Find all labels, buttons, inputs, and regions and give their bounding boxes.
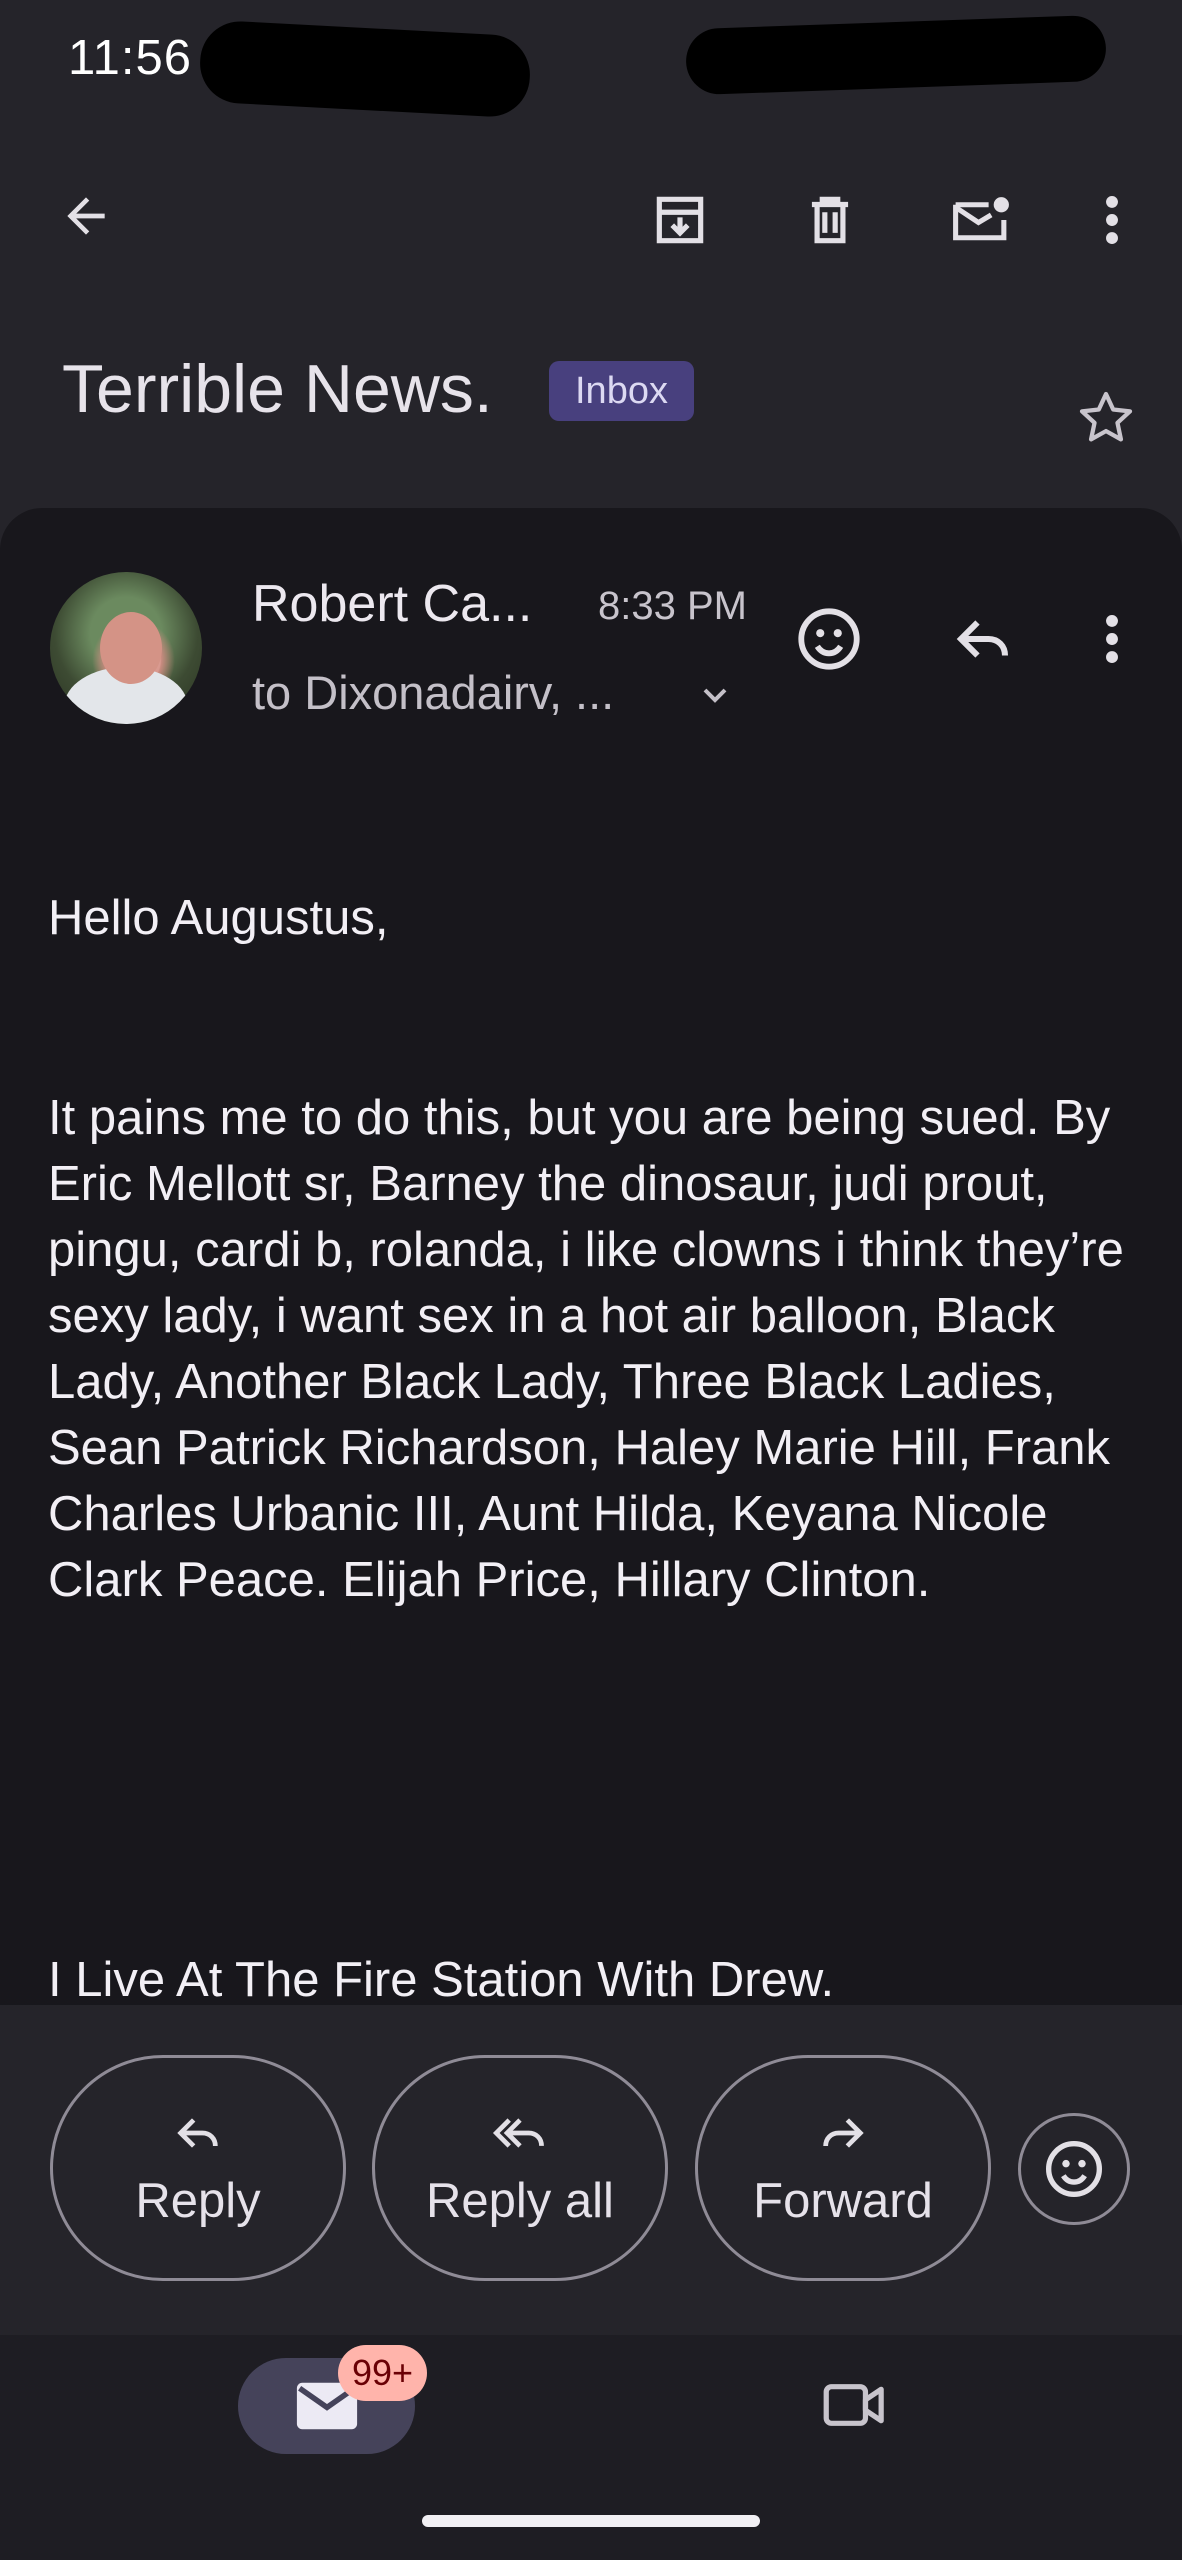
- mark-unread-icon: [953, 197, 1009, 241]
- star-icon: [1079, 391, 1133, 442]
- react-emoji-button[interactable]: [786, 596, 872, 682]
- reply-all-label: Reply all: [426, 2174, 614, 2228]
- redaction-mark: [684, 14, 1108, 96]
- arrow-back-icon: [67, 197, 105, 235]
- reply-icon: [177, 2118, 218, 2148]
- more-vert-icon: [1106, 614, 1118, 664]
- email-subject: Terrible News.: [62, 351, 493, 427]
- email-body: It pains me to do this, but you are bein…: [48, 1091, 1124, 1607]
- reply-icon: [956, 620, 1009, 658]
- expand-details-button[interactable]: [690, 670, 740, 720]
- forward-icon: [823, 2118, 864, 2148]
- reply-all-button[interactable]: Reply all: [372, 2055, 668, 2281]
- reply-button[interactable]: Reply: [50, 2055, 346, 2281]
- emoji-icon: [1046, 2141, 1102, 2197]
- emoji-reaction-button[interactable]: [1018, 2113, 1130, 2225]
- message-more-button[interactable]: [1080, 596, 1144, 682]
- recipients-summary[interactable]: to Dixonadairv, ...: [252, 665, 614, 720]
- more-options-button[interactable]: [1080, 180, 1144, 260]
- status-time: 11:56: [68, 31, 192, 85]
- home-indicator[interactable]: [422, 2515, 760, 2527]
- mark-unread-button[interactable]: [940, 180, 1022, 260]
- email-screen: 11:56 Terrible News. Inbox Robert Ca... …: [0, 0, 1182, 2560]
- more-vert-icon: [1106, 195, 1118, 245]
- email-greeting: Hello Augustus,: [48, 891, 389, 945]
- delete-icon: [811, 196, 849, 244]
- sender-name[interactable]: Robert Ca...: [252, 574, 532, 634]
- message-time: 8:33 PM: [598, 584, 747, 628]
- video-camera-icon: [823, 2384, 884, 2426]
- emoji-icon: [798, 608, 860, 670]
- nav-meet-tab[interactable]: [810, 2360, 900, 2450]
- forward-label: Forward: [753, 2174, 933, 2228]
- reply-label: Reply: [135, 2174, 261, 2228]
- sender-avatar[interactable]: [50, 572, 202, 724]
- redaction-mark: [198, 19, 532, 119]
- inbox-label[interactable]: Inbox: [549, 361, 694, 421]
- reply-all-icon: [492, 2118, 544, 2148]
- star-button[interactable]: [1066, 378, 1146, 458]
- avatar-face: [100, 612, 162, 684]
- status-bar: 11:56: [0, 0, 1182, 120]
- back-button[interactable]: [50, 180, 122, 252]
- email-closing: I Live At The Fire Station With Drew.: [48, 1953, 835, 2007]
- unread-count-badge: 99+: [338, 2345, 428, 2401]
- archive-button[interactable]: [640, 180, 720, 260]
- forward-button[interactable]: Forward: [695, 2055, 991, 2281]
- delete-button[interactable]: [790, 180, 870, 260]
- reply-icon-button[interactable]: [940, 596, 1026, 682]
- chevron-down-icon: [703, 688, 727, 703]
- archive-icon: [656, 196, 704, 244]
